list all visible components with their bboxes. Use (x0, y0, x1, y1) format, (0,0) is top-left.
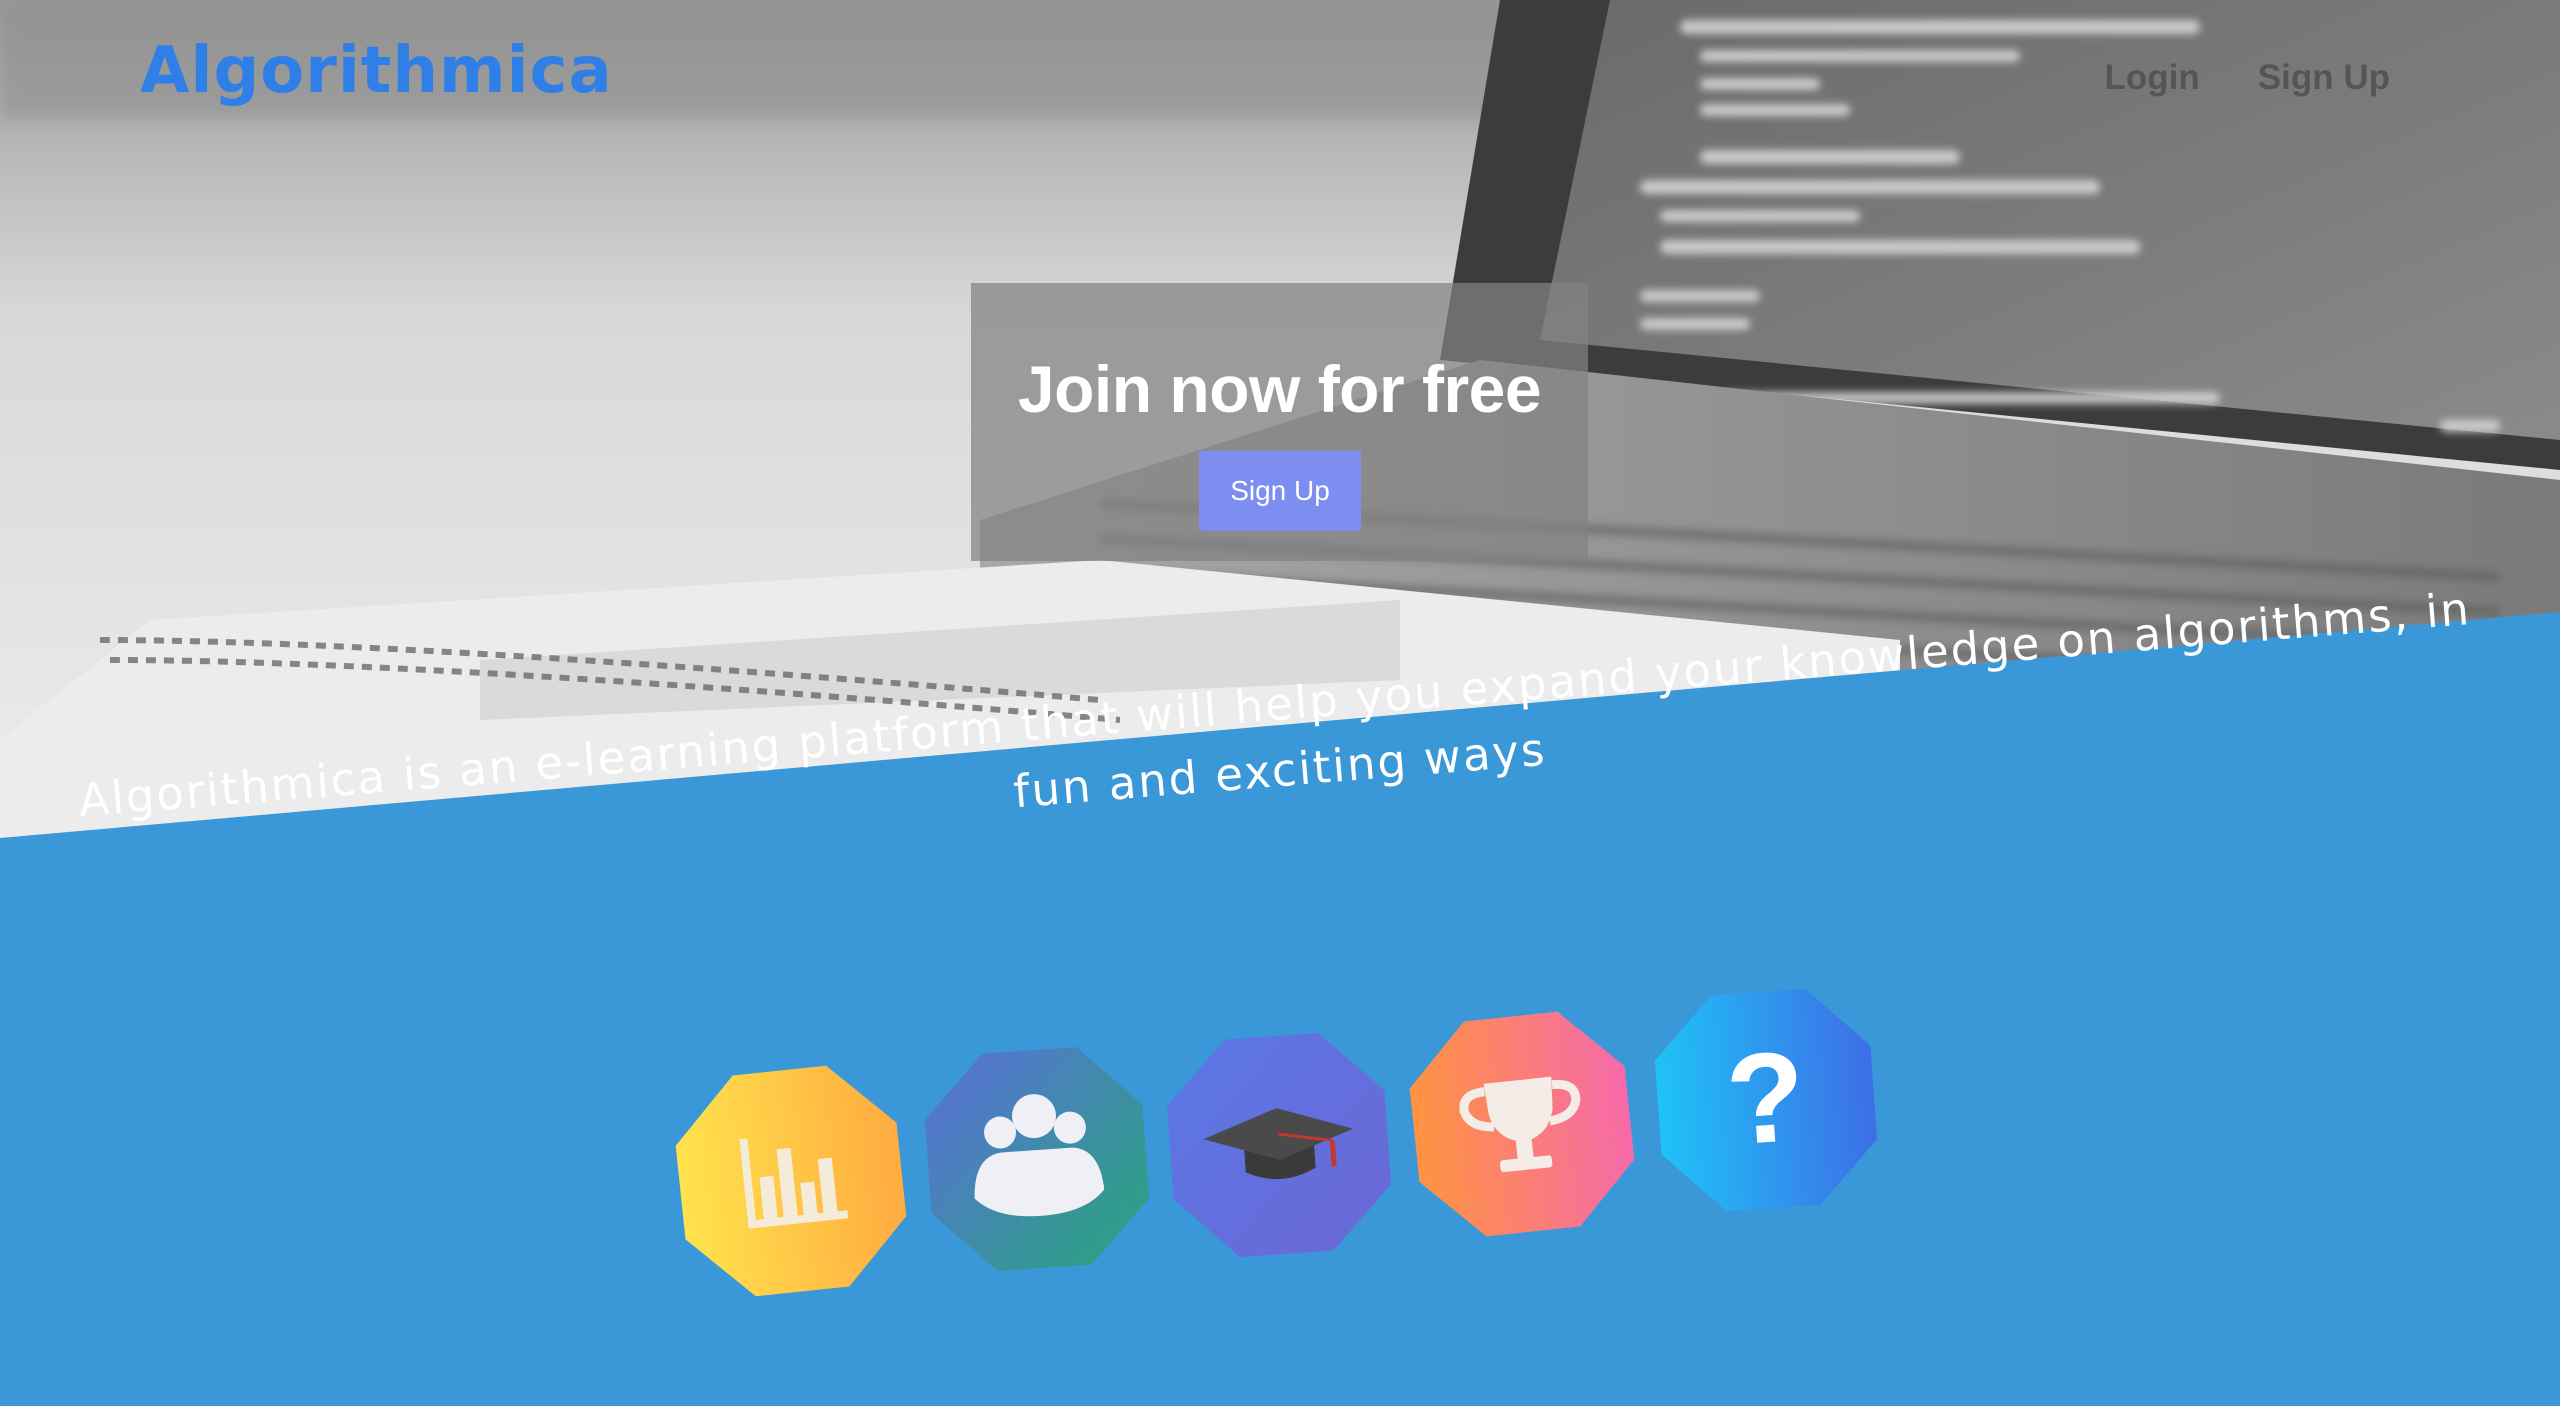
feature-badge-community[interactable] (922, 1044, 1152, 1274)
login-link[interactable]: Login (2105, 58, 2200, 98)
feature-badge-achievements[interactable] (1408, 1010, 1636, 1238)
join-cta-box: Join now for free Sign Up (971, 283, 1588, 561)
signup-button[interactable]: Sign Up (1199, 451, 1361, 531)
top-nav: Login Sign Up (2105, 58, 2390, 98)
feature-badge-stats[interactable] (674, 1064, 908, 1298)
landing-page: Algorithmica Login Sign Up Join now for … (0, 0, 2560, 1406)
logo[interactable]: Algorithmica (140, 34, 613, 108)
signup-link[interactable]: Sign Up (2258, 58, 2390, 98)
feature-badge-help[interactable]: ? (1652, 986, 1880, 1214)
cta-title: Join now for free (1017, 352, 1542, 426)
feature-badge-learn[interactable] (1164, 1030, 1394, 1260)
question-mark-icon: ? (1722, 1024, 1810, 1172)
